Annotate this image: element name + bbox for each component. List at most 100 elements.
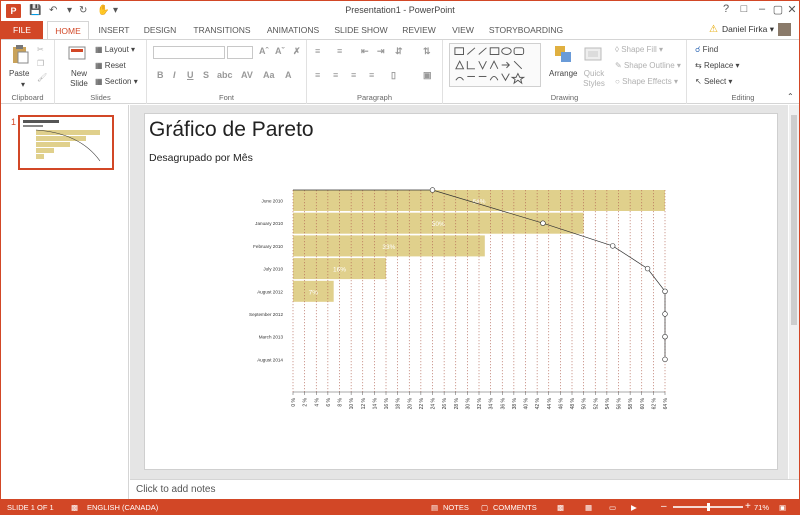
paste-icon[interactable] [10,44,30,64]
notes-placeholder[interactable]: Click to add notes [136,484,216,495]
zoom-out-icon[interactable]: – [661,501,667,512]
align-center-icon[interactable]: ≡ [333,70,338,80]
shadow-icon[interactable]: S [203,70,209,80]
select-button[interactable]: ↖ Select ▾ [695,77,732,86]
scrollbar-thumb[interactable] [791,115,797,325]
shape-fill-button[interactable]: ◊ Shape Fill ▾ [615,45,663,54]
user-account[interactable]: ⚠ Daniel Firka ▾ [709,23,791,36]
select-icon: ↖ [695,77,702,86]
section-button[interactable]: ▦ Section ▾ [95,77,138,86]
shape-outline-button[interactable]: ✎ Shape Outline ▾ [615,61,681,70]
zoom-level[interactable]: 71% [754,503,769,512]
zoom-slider-handle[interactable] [707,503,710,511]
slide-thumbnail[interactable] [18,115,114,170]
tab-review[interactable]: REVIEW [399,21,439,39]
collapse-ribbon-icon[interactable]: ⌃ [787,92,794,101]
quick-styles-button[interactable]: Quick Styles [581,69,607,89]
bullets-icon[interactable]: ≡ [315,46,320,56]
slide-sorter-icon[interactable]: ▦ [585,503,592,512]
find-button[interactable]: ☌ Find [695,45,718,54]
chart-tick-label: 54 % [605,397,611,409]
zoom-in-icon[interactable]: + [745,501,751,512]
comments-toggle[interactable]: COMMENTS [493,503,537,512]
window-title: Presentation1 - PowerPoint [345,5,455,15]
drawing-label: Drawing [550,93,579,102]
help-icon[interactable]: ? [717,3,735,15]
decrease-indent-icon[interactable]: ⇤ [361,46,369,57]
slideshow-icon[interactable]: ▶ [631,503,637,512]
new-slide-icon[interactable] [67,44,87,64]
tab-view[interactable]: VIEW [447,21,479,39]
justify-icon[interactable]: ≡ [369,70,374,80]
spell-check-icon[interactable]: ▩ [71,503,78,512]
fit-slide-icon[interactable]: ▣ [779,503,786,512]
vertical-scrollbar[interactable] [789,105,799,479]
tab-slide-show[interactable]: SLIDE SHOW [331,21,391,39]
align-left-icon[interactable]: ≡ [315,70,320,80]
reading-view-icon[interactable]: ▭ [609,503,616,512]
numbering-icon[interactable]: ≡ [337,46,342,56]
slide-canvas[interactable]: Gráfico de Pareto Desagrupado por Mês 64… [144,113,778,470]
cut-icon[interactable]: ✂ [37,45,44,54]
arrange-button[interactable]: Arrange [549,69,577,78]
tab-storyboarding[interactable]: STORYBOARDING [485,21,567,39]
tab-design[interactable]: DESIGN [139,21,181,39]
chart-data-label: 16% [333,267,346,274]
grow-font-icon[interactable]: Aˆ [259,46,269,56]
chart-tick-label: 12 % [361,397,367,409]
slide-thumbnail-pane[interactable]: 1 [1,105,129,499]
layout-button[interactable]: ▦ Layout ▾ [95,45,135,54]
line-spacing-icon[interactable]: ⇵ [395,46,403,57]
notes-pane[interactable]: Click to add notes [130,479,799,499]
columns-icon[interactable]: ▯ [391,70,396,81]
clear-format-icon[interactable]: ✗ [293,46,301,57]
notes-toggle[interactable]: NOTES [443,503,469,512]
shapes-gallery[interactable] [449,43,541,87]
paste-dropdown-icon[interactable]: ▾ [21,80,25,89]
format-painter-icon[interactable]: 🖌 [37,73,47,82]
tab-insert[interactable]: INSERT [93,21,135,39]
bold-icon[interactable]: B [157,70,164,80]
italic-icon[interactable]: I [173,70,176,80]
align-right-icon[interactable]: ≡ [351,70,356,80]
tab-animations[interactable]: ANIMATIONS [261,21,325,39]
strikethrough-icon[interactable]: abc [217,70,233,80]
text-direction-icon[interactable]: ⇅ [423,46,431,57]
change-case-icon[interactable]: Aa [263,70,275,80]
slide-editor-area: Gráfico de Pareto Desagrupado por Mês 64… [130,105,788,479]
close-icon[interactable]: ✕ [783,3,799,16]
shape-effects-button[interactable]: ○ Shape Effects ▾ [615,77,678,86]
quick-styles-icon[interactable] [583,44,603,64]
underline-icon[interactable]: U [187,70,194,80]
chart-tick-label: 2 % [303,397,309,406]
chart-tick-label: 40 % [524,397,530,409]
section-icon: ▦ [95,77,103,86]
replace-button[interactable]: ⇆ Replace ▾ [695,61,740,70]
shape-fill-label: Shape Fill [621,45,657,54]
normal-view-icon[interactable]: ▩ [557,503,564,512]
increase-indent-icon[interactable]: ⇥ [377,46,385,57]
font-name-combo[interactable] [153,46,225,59]
paste-button[interactable]: Paste [9,69,29,78]
smartart-icon[interactable]: ▣ [423,70,432,81]
arrange-icon[interactable] [553,44,573,64]
chevron-down-icon: ▾ [769,23,774,34]
tab-home[interactable]: HOME [47,21,89,39]
ribbon-display-icon[interactable]: □ [735,3,753,15]
pareto-chart[interactable]: 64%June 201050%January 201033%February 2… [145,114,779,471]
char-spacing-icon[interactable]: AV [241,70,253,80]
reset-button[interactable]: ▦ Reset [95,61,126,70]
shrink-font-icon[interactable]: Aˇ [275,46,285,56]
chart-tick-label: 30 % [465,397,471,409]
tab-file[interactable]: FILE [1,21,43,39]
title-bar: P 💾 ↶ ▾ ↻ ✋ ▾ Presentation1 - PowerPoint… [1,1,799,21]
ribbon-tabs: FILE HOME INSERT DESIGN TRANSITIONS ANIM… [1,21,799,39]
chart-category-label: August 2014 [257,357,283,362]
avatar [778,23,791,36]
font-color-icon[interactable]: A [285,70,292,80]
language-indicator[interactable]: ENGLISH (CANADA) [87,503,158,512]
new-slide-button[interactable]: New Slide [67,69,91,89]
font-size-combo[interactable] [227,46,253,59]
tab-transitions[interactable]: TRANSITIONS [189,21,255,39]
copy-icon[interactable]: ❐ [37,59,44,68]
